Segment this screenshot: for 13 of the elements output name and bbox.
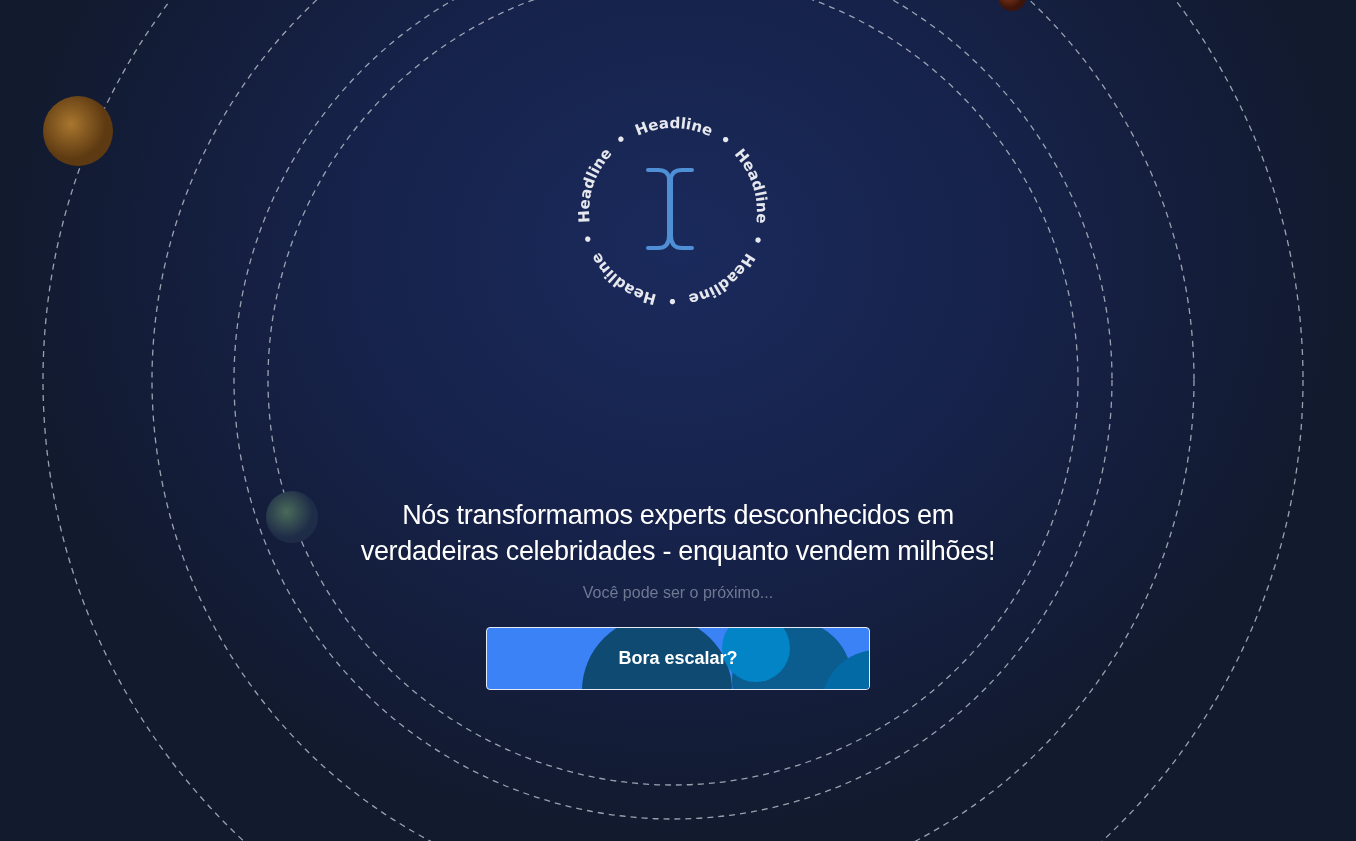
planet-drawing — [998, 0, 1026, 11]
cta-button[interactable]: Bora escalar? — [486, 627, 870, 690]
planet-drawing — [43, 96, 113, 166]
separator-dot: • — [747, 232, 768, 248]
planet-drawing — [266, 491, 318, 543]
circular-badge-word: Headline — [632, 113, 716, 141]
separator-dot: • — [612, 129, 631, 150]
separator-dot: • — [716, 129, 735, 151]
hero-subtitle: Você pode ser o próximo... — [582, 583, 774, 603]
hero-headline: Nós transformamos experts desconhecidos em verdadeiras celebridades - enquanto vendem milhões! — [360, 499, 996, 568]
separator-dot: • — [578, 231, 599, 247]
text-cursor-icon — [646, 168, 694, 250]
separator-dot: • — [667, 291, 678, 310]
